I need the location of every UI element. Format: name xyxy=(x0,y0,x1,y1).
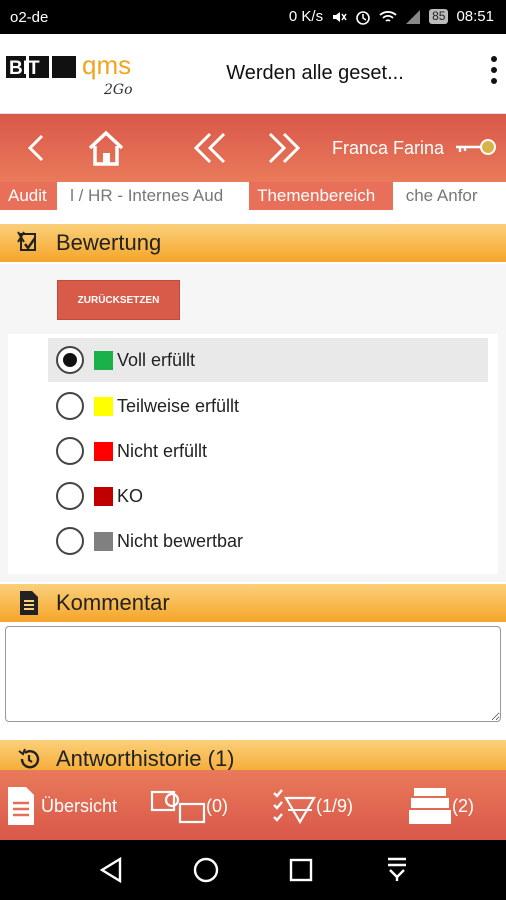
section-title-kommentar: Kommentar xyxy=(56,590,170,615)
status-bar: o2-de 0 K/s 85 08:51 xyxy=(0,0,506,34)
system-notifications-icon[interactable] xyxy=(382,856,412,884)
option-teilweise-erfuellt[interactable]: Teilweise erfüllt xyxy=(48,384,488,428)
radio-button[interactable] xyxy=(56,527,84,555)
section-title-bewertung: Bewertung xyxy=(56,230,162,255)
archive-count: (2) xyxy=(452,795,474,816)
home-icon xyxy=(88,130,124,166)
signal-icon xyxy=(406,9,421,24)
tab-themenbereich[interactable]: Themenbereich xyxy=(249,182,393,210)
option-label: Nicht erfüllt xyxy=(117,440,208,461)
navigation-bar: Franca Farina xyxy=(0,114,506,182)
document-icon xyxy=(20,591,38,615)
double-chevron-right-icon xyxy=(268,132,301,164)
logo-text-1: BIT xyxy=(9,58,40,79)
system-home-icon[interactable] xyxy=(191,856,221,884)
section-bewertung[interactable]: Bewertung xyxy=(0,224,506,262)
option-label: Nicht bewertbar xyxy=(117,530,244,551)
tab-anforderung[interactable]: che Anfor xyxy=(397,182,506,210)
overview-label: Übersicht xyxy=(41,795,118,816)
rating-icon xyxy=(17,231,36,251)
section-antworthistorie[interactable]: Antworthistorie (1) xyxy=(0,740,506,770)
document-icon xyxy=(8,787,34,825)
double-chevron-left-icon xyxy=(193,132,226,164)
section-title-antworthistorie: Antworthistorie (1) xyxy=(56,746,235,770)
progress-button[interactable]: (1/9) xyxy=(272,784,353,828)
battery-indicator: 85 xyxy=(429,9,449,24)
progress-count: (1/9) xyxy=(316,795,354,816)
tab-internes-audit[interactable]: l / HR - Internes Aud xyxy=(62,182,250,210)
user-name[interactable]: Franca Farina xyxy=(332,138,444,159)
archive-button[interactable]: (2) xyxy=(408,784,474,828)
more-vert-icon[interactable] xyxy=(486,56,502,92)
system-back-icon[interactable] xyxy=(96,856,126,884)
option-label: Teilweise erfüllt xyxy=(117,395,240,416)
wifi-icon xyxy=(379,10,397,22)
status-swatch-red xyxy=(94,441,113,461)
page-title: Werden alle geset... xyxy=(226,62,404,84)
app-header: BIT qms 2Go Werden alle geset... xyxy=(0,34,506,114)
bewertung-panel: ZURÜCKSETZEN Voll erfüllt Teilweise erfü… xyxy=(0,264,506,582)
history-area: Antworthistorie (1) xyxy=(0,740,506,770)
system-recents-icon[interactable] xyxy=(286,856,316,884)
attachments-button[interactable]: (0) xyxy=(150,784,228,828)
system-nav-bar xyxy=(0,840,506,900)
alarm-icon xyxy=(356,10,370,25)
status-swatch-gray xyxy=(94,531,113,551)
option-nicht-bewertbar[interactable]: Nicht bewertbar xyxy=(48,519,488,563)
archive-icon xyxy=(409,788,451,824)
option-label: KO xyxy=(117,485,144,506)
option-label: Voll erfüllt xyxy=(117,349,196,370)
section-kommentar[interactable]: Kommentar xyxy=(0,584,506,622)
previous-button[interactable] xyxy=(186,124,234,172)
back-button[interactable] xyxy=(16,124,56,172)
option-voll-erfuellt[interactable]: Voll erfüllt xyxy=(48,338,488,382)
status-swatch-yellow xyxy=(94,396,113,416)
network-speed: 0 K/s xyxy=(288,8,324,25)
status-swatch-green xyxy=(94,350,113,370)
comment-input[interactable] xyxy=(5,626,501,722)
logo-text-3: 2Go xyxy=(103,82,133,98)
option-ko[interactable]: KO xyxy=(48,474,488,518)
back-icon xyxy=(27,134,44,162)
bottom-toolbar: Übersicht (0) (1/9) (2) xyxy=(0,770,506,840)
overview-button[interactable]: Übersicht xyxy=(6,784,117,828)
status-swatch-darkred xyxy=(94,486,113,506)
breadcrumb-tabs: Audit l / HR - Internes Aud Themenbereic… xyxy=(0,182,506,210)
attachment-icon xyxy=(150,790,206,824)
attachments-count: (0) xyxy=(206,795,228,816)
checklist-icon xyxy=(273,789,316,825)
clock: 08:51 xyxy=(456,8,494,25)
key-icon xyxy=(456,139,496,155)
rating-options: Voll erfüllt Teilweise erfüllt Nicht erf… xyxy=(8,334,498,574)
mute-icon xyxy=(333,11,347,22)
radio-button[interactable] xyxy=(56,482,84,510)
radio-button[interactable] xyxy=(56,392,84,420)
history-icon xyxy=(18,748,40,769)
home-button[interactable] xyxy=(82,124,130,172)
tab-audit[interactable]: Audit xyxy=(0,182,58,210)
carrier-label: o2-de xyxy=(10,9,49,26)
app-logo: BIT qms 2Go xyxy=(6,48,146,98)
radio-button[interactable] xyxy=(56,346,84,374)
next-button[interactable] xyxy=(260,124,308,172)
logo-text-2: qms xyxy=(82,50,131,80)
reset-button[interactable]: ZURÜCKSETZEN xyxy=(57,280,180,320)
option-nicht-erfuellt[interactable]: Nicht erfüllt xyxy=(48,429,488,473)
status-right: 0 K/s 85 08:51 xyxy=(289,8,494,25)
radio-button[interactable] xyxy=(56,437,84,465)
